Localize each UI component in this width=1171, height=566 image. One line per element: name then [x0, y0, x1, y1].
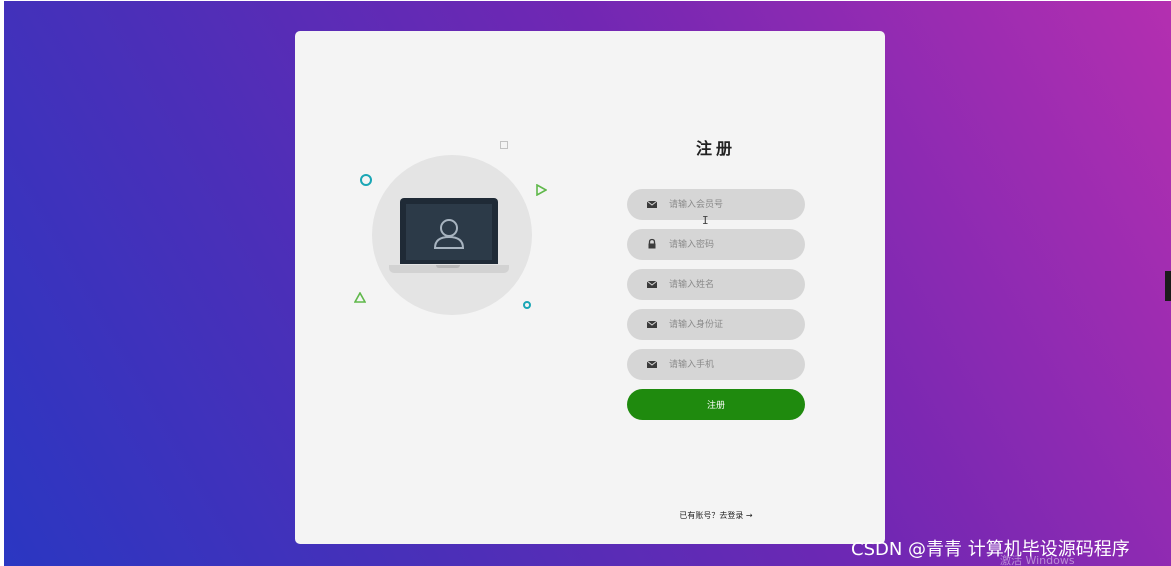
laptop-icon	[400, 198, 498, 264]
side-scroll-handle[interactable]	[1165, 271, 1171, 301]
go-login-link[interactable]: 已有账号？去登录 →	[660, 510, 772, 521]
envelope-icon	[646, 360, 658, 368]
register-button[interactable]: 注册	[627, 389, 805, 420]
name-field[interactable]	[627, 269, 805, 300]
password-field[interactable]	[627, 229, 805, 260]
member-id-field[interactable]	[627, 189, 805, 220]
envelope-icon	[646, 280, 658, 288]
user-avatar-icon	[433, 219, 465, 249]
lock-icon	[648, 238, 656, 249]
envelope-icon	[646, 200, 658, 208]
decor-ring-icon	[360, 174, 372, 186]
name-input[interactable]	[669, 269, 795, 300]
id-card-field[interactable]	[627, 309, 805, 340]
decor-small-ring-icon	[523, 301, 531, 309]
text-cursor-icon: I	[702, 214, 709, 227]
member-id-input[interactable]	[669, 189, 795, 220]
form-title: 注册	[695, 139, 736, 158]
phone-input[interactable]	[669, 349, 795, 380]
left-edge	[0, 0, 4, 566]
laptop-screen	[406, 204, 492, 260]
decor-triangle-right-icon	[536, 184, 547, 196]
decor-triangle-up-icon	[354, 292, 366, 303]
top-edge	[0, 0, 1171, 1]
decor-square-icon	[500, 141, 508, 149]
csdn-watermark: CSDN @青青 计算机毕设源码程序	[851, 539, 1130, 560]
phone-field[interactable]	[627, 349, 805, 380]
password-input[interactable]	[669, 229, 795, 260]
id-card-input[interactable]	[669, 309, 795, 340]
laptop-notch	[436, 265, 460, 268]
envelope-icon	[646, 320, 658, 328]
